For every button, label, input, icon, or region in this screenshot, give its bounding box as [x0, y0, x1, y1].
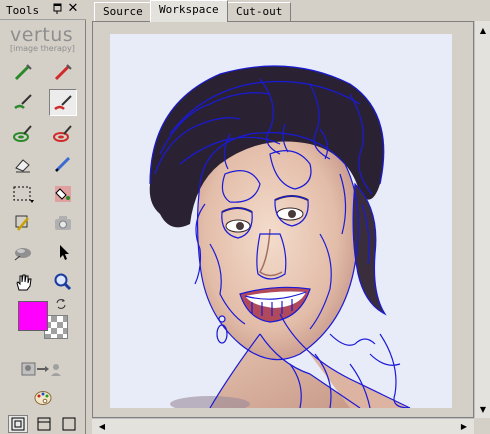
hand-icon[interactable]: [10, 270, 36, 294]
logo-tagline: [image therapy]: [10, 44, 75, 53]
erase-smart-brush-icon[interactable]: [50, 121, 76, 145]
bucket-icon[interactable]: [50, 182, 76, 206]
tools-panel: Tools ✕ vertus [image therapy]: [0, 0, 86, 434]
tab-workspace[interactable]: Workspace: [150, 0, 228, 22]
view-single-button[interactable]: [8, 415, 28, 433]
foreground-color-swatch[interactable]: [18, 301, 48, 331]
pen-icon[interactable]: [50, 152, 76, 176]
vertical-scrollbar[interactable]: ▲ ▼: [474, 21, 490, 418]
smudge-icon[interactable]: [10, 240, 36, 264]
pick-icon[interactable]: [10, 211, 36, 235]
zoom-icon[interactable]: [50, 270, 76, 294]
scroll-right-icon[interactable]: ▶: [456, 419, 472, 434]
tools-panel-titlebar: Tools ✕: [0, 0, 86, 20]
vertus-app: Tools ✕ vertus [image therapy] Source Wo…: [0, 0, 490, 434]
tab-bar: Source Workspace Cut-out: [90, 0, 490, 22]
keep-marker-icon[interactable]: [10, 60, 36, 84]
horizontal-scrollbar[interactable]: ◀ ▶: [92, 418, 474, 434]
portrait-image: [110, 34, 452, 408]
eraser-icon[interactable]: [10, 152, 36, 176]
tab-cut-out[interactable]: Cut-out: [227, 2, 292, 21]
close-icon[interactable]: ✕: [67, 2, 79, 16]
erase-brush-icon[interactable]: [49, 89, 77, 116]
transfer-cutout-icon[interactable]: [20, 357, 64, 381]
keep-brush-icon[interactable]: [10, 90, 36, 114]
rect-select-icon[interactable]: [10, 182, 36, 206]
palette-icon[interactable]: [30, 385, 56, 409]
tab-source[interactable]: Source: [94, 2, 152, 21]
keep-smart-brush-icon[interactable]: [10, 121, 36, 145]
camera-icon[interactable]: [50, 211, 76, 235]
view-full-button[interactable]: [59, 415, 79, 433]
erase-marker-icon[interactable]: [50, 60, 76, 84]
scroll-down-icon[interactable]: ▼: [475, 402, 490, 418]
view-split-button[interactable]: [34, 415, 54, 433]
pointer-icon[interactable]: [50, 240, 76, 264]
image-canvas[interactable]: [110, 34, 452, 408]
scroll-up-icon[interactable]: ▲: [475, 23, 490, 39]
tools-panel-title: Tools: [6, 4, 40, 17]
pin-icon[interactable]: [52, 3, 64, 15]
swap-colors-icon[interactable]: [55, 298, 67, 310]
logo: vertus [image therapy]: [10, 24, 78, 54]
scroll-left-icon[interactable]: ◀: [94, 419, 110, 434]
logo-name: vertus: [10, 24, 74, 46]
